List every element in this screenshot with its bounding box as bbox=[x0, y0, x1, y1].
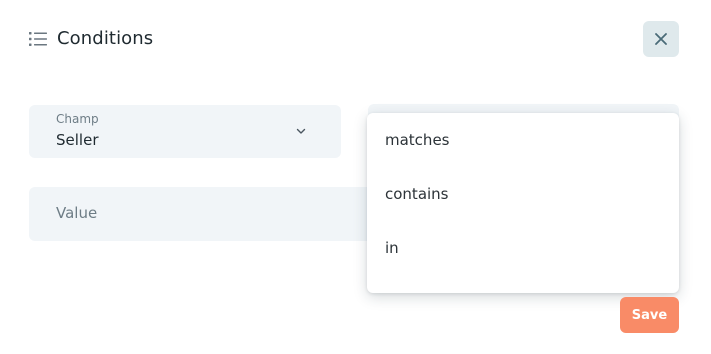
chevron-down-icon bbox=[296, 128, 306, 134]
value-input[interactable]: Value bbox=[29, 187, 379, 241]
save-button[interactable]: Save bbox=[620, 297, 679, 333]
value-placeholder: Value bbox=[56, 204, 98, 222]
dialog-title: Conditions bbox=[57, 28, 154, 49]
champ-select[interactable]: Champ Seller bbox=[29, 105, 341, 158]
close-button[interactable] bbox=[643, 21, 679, 57]
conditions-dialog: Conditions Champ Seller Value matches co… bbox=[0, 0, 711, 354]
dialog-header: Conditions bbox=[29, 28, 153, 49]
option-matches[interactable]: matches bbox=[367, 113, 679, 167]
champ-label: Champ bbox=[56, 112, 99, 126]
champ-value: Seller bbox=[56, 131, 99, 149]
option-contains[interactable]: contains bbox=[367, 167, 679, 221]
close-icon bbox=[655, 33, 667, 45]
operator-dropdown-menu: matches contains in bbox=[367, 113, 679, 293]
option-in[interactable]: in bbox=[367, 221, 679, 275]
list-icon bbox=[29, 31, 47, 46]
